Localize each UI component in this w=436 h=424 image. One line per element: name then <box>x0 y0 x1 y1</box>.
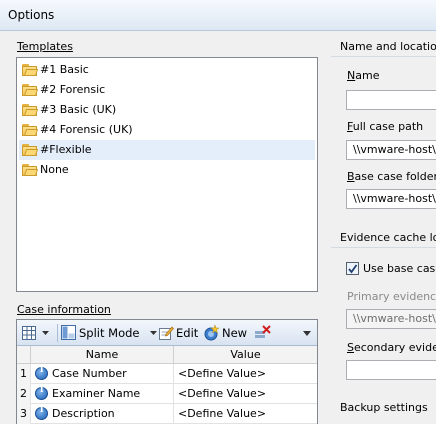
name-column-header[interactable]: Name <box>31 346 174 364</box>
templates-label: Templates <box>17 40 73 53</box>
row-number: 2 <box>17 384 31 404</box>
delete-icon <box>255 325 271 338</box>
table-row[interactable]: 1 Case Number <Define Value> <box>17 364 317 384</box>
template-item-label: #Flexible <box>40 143 92 156</box>
base-folder-field[interactable]: \\vmware-host\ <box>346 189 436 209</box>
case-info-grid: Split Mode Edit New Name Value 1 i Case … <box>16 319 318 424</box>
templates-label-text: Templates <box>17 40 73 53</box>
edit-label: Edit <box>176 326 199 340</box>
toolbar-overflow-button[interactable] <box>300 324 314 342</box>
secondary-evidence-label: Secondary evider <box>347 341 436 354</box>
chevron-down-icon <box>303 331 311 336</box>
table-row[interactable]: 2 Examiner Name <Define Value> <box>17 384 317 404</box>
chevron-down-icon <box>150 331 157 335</box>
folder-icon <box>22 84 39 96</box>
table-row[interactable]: 3 Description <Define Value> <box>17 404 317 424</box>
full-path-label: Full case path <box>347 120 424 133</box>
split-mode-label: Split Mode <box>79 326 140 340</box>
value-column-header[interactable]: Value <box>174 346 317 364</box>
full-path-field[interactable]: \\vmware-host\ <box>346 140 436 160</box>
view-dropdown-button[interactable] <box>22 324 52 342</box>
template-item[interactable]: #2 Forensic <box>19 80 315 100</box>
use-base-case-label[interactable]: Use base case <box>363 262 436 275</box>
grid-header: Name Value <box>17 346 317 364</box>
row-number: 1 <box>17 364 31 384</box>
table-icon <box>22 326 36 340</box>
chevron-down-icon <box>42 331 49 335</box>
template-item[interactable]: #4 Forensic (UK) <box>19 120 315 140</box>
row-value-cell[interactable]: <Define Value> <box>174 384 317 404</box>
edit-button[interactable]: Edit <box>158 324 200 342</box>
new-item-icon <box>204 325 219 341</box>
grid-toolbar: Split Mode Edit New <box>17 320 317 346</box>
base-folder-label: Base case folder <box>347 170 436 183</box>
template-item-label: #1 Basic <box>40 63 89 76</box>
row-number: 3 <box>17 404 31 424</box>
new-button[interactable]: New <box>203 324 249 342</box>
row-name-cell: Description <box>52 404 174 424</box>
folder-icon <box>22 64 39 76</box>
templates-list[interactable]: #1 Basic #2 Forensic #3 Basic (UK) #4 Fo… <box>16 57 318 292</box>
template-item[interactable]: #3 Basic (UK) <box>19 100 315 120</box>
edit-icon <box>159 326 174 340</box>
divider <box>331 56 436 57</box>
name-field[interactable] <box>346 90 436 110</box>
template-item-label: #3 Basic (UK) <box>40 103 117 116</box>
row-number-header <box>17 346 31 364</box>
backup-settings-header: Backup settings <box>340 401 428 414</box>
split-mode-button[interactable]: Split Mode <box>61 324 157 342</box>
delete-button[interactable] <box>254 324 272 342</box>
split-mode-icon <box>61 325 76 340</box>
toolbar-separator <box>57 324 58 342</box>
primary-evidence-label: Primary evidence <box>347 290 436 303</box>
new-label: New <box>222 326 248 340</box>
folder-icon <box>22 164 39 176</box>
case-info-label: Case information <box>17 303 111 316</box>
pane-scrollbar[interactable] <box>318 57 331 424</box>
template-item[interactable]: None <box>19 160 315 180</box>
checkmark-icon <box>348 264 358 274</box>
evidence-cache-header: Evidence cache lo <box>340 231 436 244</box>
template-item-label: #4 Forensic (UK) <box>40 123 133 136</box>
info-icon <box>35 365 48 380</box>
window-title: Options <box>8 8 55 22</box>
title-bar: Options <box>0 0 436 31</box>
info-icon <box>35 405 48 420</box>
row-name-cell: Examiner Name <box>52 384 174 404</box>
divider <box>331 247 436 248</box>
template-item-selected[interactable]: #Flexible <box>19 140 315 160</box>
row-name-cell: Case Number <box>52 364 174 384</box>
primary-evidence-field[interactable]: \\vmware-host\ <box>346 309 436 329</box>
info-icon <box>35 385 48 400</box>
template-item-label: None <box>40 163 69 176</box>
name-location-header: Name and location <box>340 40 436 53</box>
name-label: Name <box>347 69 380 82</box>
template-item-label: #2 Forensic <box>40 83 106 96</box>
folder-icon <box>22 104 39 116</box>
folder-icon <box>22 124 39 136</box>
secondary-evidence-field[interactable] <box>346 360 436 380</box>
row-value-cell[interactable]: <Define Value> <box>174 404 317 424</box>
row-value-cell[interactable]: <Define Value> <box>174 364 317 384</box>
folder-icon <box>22 144 39 156</box>
case-info-label-text: Case information <box>17 303 111 316</box>
template-item[interactable]: #1 Basic <box>19 60 315 80</box>
use-base-case-checkbox[interactable] <box>346 262 359 275</box>
